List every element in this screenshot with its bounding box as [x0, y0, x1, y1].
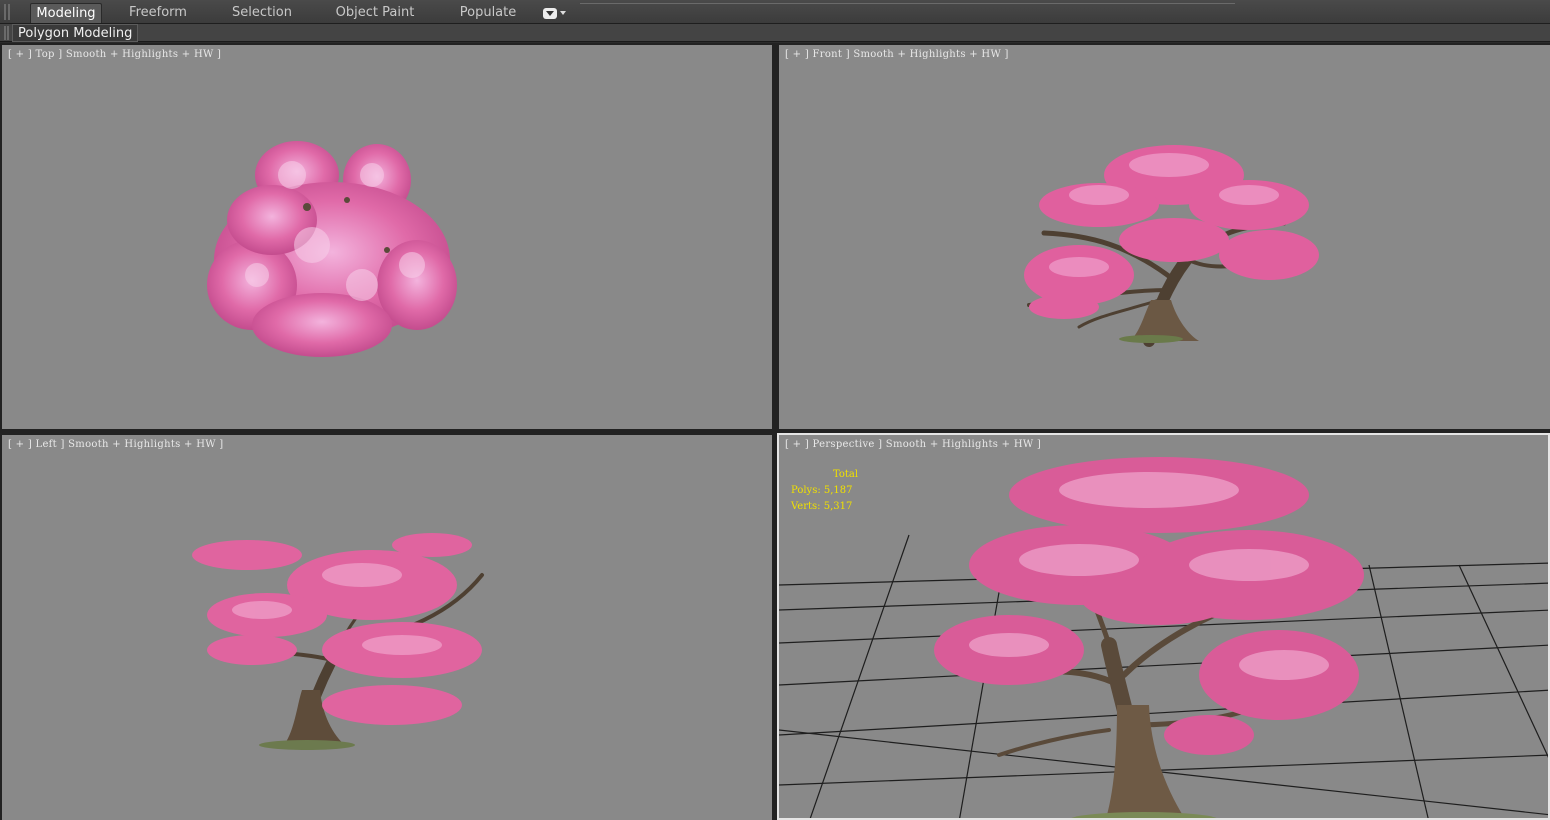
stats-verts: Verts: 5,317 — [791, 501, 853, 512]
stats-polys: Polys: 5,187 — [791, 485, 853, 496]
viewport-label-front[interactable]: [ + ] Front ] Smooth + Highlights + HW ] — [785, 49, 1009, 60]
viewport-left[interactable]: [ + ] Left ] Smooth + Highlights + HW ] — [2, 435, 772, 820]
left-view-tree — [192, 533, 484, 750]
viewport-label-left[interactable]: [ + ] Left ] Smooth + Highlights + HW ] — [8, 439, 224, 450]
viewport-top[interactable]: [ + ] Top ] Smooth + Highlights + HW ] — [2, 45, 772, 429]
tab-populate[interactable]: Populate — [450, 3, 526, 23]
ribbon-panel: Polygon Modeling — [0, 24, 1550, 42]
ribbon-grip-handle[interactable] — [4, 4, 10, 20]
panel-grip-handle[interactable] — [4, 26, 9, 40]
tab-freeform[interactable]: Freeform — [120, 3, 196, 23]
chevron-down-icon — [560, 11, 566, 15]
ribbon-tab-bar: Modeling Freeform Selection Object Paint… — [0, 0, 1550, 24]
ribbon-toggle-icon — [543, 7, 557, 19]
top-view-tree — [207, 141, 457, 357]
viewport-label-top[interactable]: [ + ] Top ] Smooth + Highlights + HW ] — [8, 49, 221, 60]
tab-selection[interactable]: Selection — [224, 3, 300, 23]
viewport-label-perspective[interactable]: [ + ] Perspective ] Smooth + Highlights … — [785, 439, 1041, 450]
front-view-tree — [1024, 145, 1319, 347]
tab-object-paint[interactable]: Object Paint — [330, 3, 420, 23]
stats-total-label: Total — [833, 469, 859, 480]
viewport-front[interactable]: [ + ] Front ] Smooth + Highlights + HW ] — [779, 45, 1550, 429]
statistics-overlay: Total Polys: 5,187 Verts: 5,317 — [791, 467, 858, 515]
viewport-area: [ + ] Top ] Smooth + Highlights + HW ] [… — [0, 43, 1550, 820]
ribbon-options-dropdown[interactable] — [543, 5, 566, 21]
perspective-view-scene — [779, 457, 1548, 818]
polygon-modeling-panel-button[interactable]: Polygon Modeling — [12, 24, 139, 42]
tab-modeling[interactable]: Modeling — [30, 3, 102, 23]
ribbon-divider — [580, 3, 1235, 4]
viewport-perspective[interactable]: [ + ] Perspective ] Smooth + Highlights … — [777, 433, 1550, 820]
